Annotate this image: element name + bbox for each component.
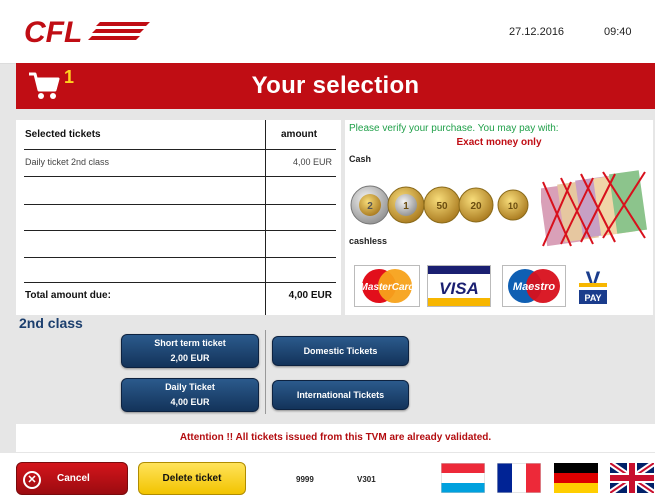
domestic-tickets-button[interactable]: Domestic Tickets [272,336,409,366]
title-bar: 1 Your selection [16,63,655,109]
svg-text:V: V [586,267,601,292]
svg-text:1: 1 [403,201,409,212]
daily-ticket-price: 4,00 EUR [170,397,210,407]
svg-text:50: 50 [436,201,448,212]
coins-icon: 2 1 50 20 10 [350,185,529,225]
row-divider [24,176,336,177]
short-term-ticket-price: 2,00 EUR [170,353,210,363]
top-bar: CFL 27.12.2016 09:40 [0,0,655,64]
total-label: Total amount due: [25,290,111,301]
svg-text:2: 2 [367,201,373,212]
svg-text:MasterCard: MasterCard [359,282,415,293]
german-flag-icon[interactable] [554,463,598,493]
svg-text:10: 10 [508,201,518,211]
banknotes-crossed-icon [541,170,647,247]
vpay-logo: V PAY [575,265,611,307]
row-divider [24,257,336,258]
exact-money-notice: Exact money only [456,137,542,148]
daily-ticket-title: Daily Ticket [165,382,215,392]
visa-logo: VISA [427,265,491,307]
row-divider [24,149,336,150]
version-code: V301 [357,475,376,484]
selected-tickets-table: Selected tickets amount Daily ticket 2nd… [16,120,341,315]
column-header-amount: amount [281,129,318,140]
svg-text:VISA: VISA [439,279,479,298]
travel-class-label: 2nd class [19,315,83,331]
validation-notice: Attention !! All tickets issued from thi… [16,424,655,452]
row-divider [24,230,336,231]
french-flag-icon[interactable] [497,463,541,493]
luxembourg-flag-icon[interactable] [441,463,485,493]
short-term-ticket-button[interactable]: Short term ticket 2,00 EUR [121,334,259,368]
ticket-row-name[interactable]: Daily ticket 2nd class [25,157,109,167]
cfl-logo: CFL [24,16,150,48]
time-display: 09:40 [604,26,632,38]
verify-purchase-text: Please verify your purchase. You may pay… [349,123,559,134]
international-tickets-button[interactable]: International Tickets [272,380,409,410]
column-header-tickets: Selected tickets [25,129,101,140]
cancel-button[interactable]: ✕ Cancel [16,462,128,495]
svg-text:PAY: PAY [584,293,601,303]
page-title: Your selection [251,72,420,99]
mastercard-logo: MasterCard [354,265,420,307]
payment-methods-panel: Please verify your purchase. You may pay… [345,120,653,315]
close-icon: ✕ [23,471,41,489]
daily-ticket-button[interactable]: Daily Ticket 4,00 EUR [121,378,259,412]
delete-ticket-button[interactable]: Delete ticket [138,462,246,495]
maestro-logo: Maestro [502,265,566,307]
date-display: 27.12.2016 [509,26,565,38]
cashless-label: cashless [349,236,388,246]
svg-text:CFL: CFL [24,16,82,48]
short-term-ticket-title: Short term ticket [154,338,226,348]
row-divider [24,282,336,283]
cash-label: Cash [349,154,372,164]
terminal-code: 9999 [296,475,314,484]
uk-flag-icon[interactable] [610,463,654,493]
svg-text:Maestro: Maestro [513,281,555,293]
row-divider [24,204,336,205]
svg-text:20: 20 [470,201,482,212]
bottom-bar: ✕ Cancel Delete ticket 9999 V301 [0,453,655,495]
button-group-divider [265,330,266,414]
ticket-row-amount: 4,00 EUR [292,157,332,167]
cancel-label: Cancel [57,473,90,484]
total-value: 4,00 EUR [288,290,332,301]
